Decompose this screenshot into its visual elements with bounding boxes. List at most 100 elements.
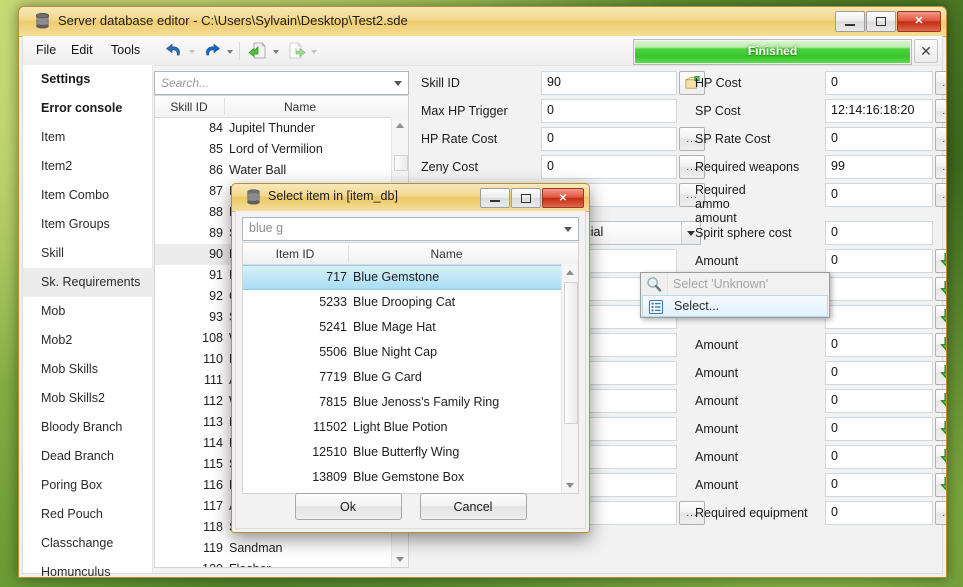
text-input[interactable]: 12:14:16:18:20 bbox=[825, 99, 933, 123]
redo-icon[interactable] bbox=[201, 40, 223, 61]
menu-file[interactable]: File bbox=[36, 43, 56, 57]
browse-button[interactable]: ... bbox=[935, 99, 946, 123]
export-dropdown-icon[interactable] bbox=[311, 48, 318, 54]
dialog-table-row[interactable]: 11502 Light Blue Potion bbox=[243, 415, 578, 440]
sidebar-item-homunculus[interactable]: Homunculus bbox=[23, 558, 152, 577]
sidebar-item-item[interactable]: Item bbox=[23, 123, 152, 152]
text-input[interactable]: 0 bbox=[825, 389, 933, 413]
dialog-table-row[interactable]: 5241 Blue Mage Hat bbox=[243, 315, 578, 340]
progress-close-button[interactable]: ✕ bbox=[914, 39, 938, 63]
text-input[interactable]: 0 bbox=[825, 127, 933, 151]
down-arrow-icon-button[interactable] bbox=[935, 445, 946, 469]
scroll-down-icon[interactable] bbox=[562, 477, 578, 493]
down-arrow-icon-button[interactable] bbox=[935, 249, 946, 273]
scroll-thumb[interactable] bbox=[394, 155, 408, 171]
dialog-grid-scrollbar[interactable] bbox=[561, 264, 578, 493]
browse-button[interactable]: ... bbox=[935, 155, 946, 179]
text-input[interactable]: 0 bbox=[825, 71, 933, 95]
maximize-button[interactable] bbox=[866, 11, 896, 32]
column-header-skill-id[interactable]: Skill ID bbox=[155, 100, 223, 114]
dialog-search-input[interactable]: blue g bbox=[242, 217, 579, 241]
scroll-up-icon[interactable] bbox=[562, 264, 578, 280]
down-arrow-icon-button[interactable] bbox=[935, 473, 946, 497]
undo-dropdown-icon[interactable] bbox=[189, 48, 196, 54]
sidebar-item-mob-skills[interactable]: Mob Skills bbox=[23, 355, 152, 384]
table-row[interactable]: 119 Sandman bbox=[155, 538, 408, 559]
close-button[interactable]: ✕ bbox=[897, 11, 941, 32]
text-input[interactable]: 0 bbox=[541, 99, 677, 123]
context-menu-item-select-unknown[interactable]: Select 'Unknown' bbox=[641, 273, 829, 295]
browse-button[interactable]: ... bbox=[935, 183, 946, 207]
context-menu-item-select[interactable]: Select... bbox=[642, 295, 828, 317]
sidebar-item-mob-skills2[interactable]: Mob Skills2 bbox=[23, 384, 152, 413]
import-icon[interactable] bbox=[247, 40, 269, 61]
dialog-close-button[interactable]: ✕ bbox=[542, 188, 584, 208]
text-input[interactable]: 0 bbox=[825, 221, 933, 245]
sidebar-item-dead-branch[interactable]: Dead Branch bbox=[23, 442, 152, 471]
dialog-title-bar[interactable]: Select item in [item_db] ✕ bbox=[232, 184, 589, 212]
dialog-table-row[interactable]: 7815 Blue Jenoss's Family Ring bbox=[243, 390, 578, 415]
text-input[interactable]: 0 bbox=[825, 249, 933, 273]
down-arrow-icon-button[interactable] bbox=[935, 389, 946, 413]
down-arrow-icon-button[interactable] bbox=[935, 305, 946, 329]
sidebar-item-error-console[interactable]: Error console bbox=[23, 94, 152, 123]
text-input[interactable]: 0 bbox=[825, 333, 933, 357]
sidebar-item-bloody-branch[interactable]: Bloody Branch bbox=[23, 413, 152, 442]
down-arrow-icon-button[interactable] bbox=[935, 333, 946, 357]
table-row[interactable]: 86 Water Ball bbox=[155, 160, 408, 181]
sidebar-item-item-groups[interactable]: Item Groups bbox=[23, 210, 152, 239]
sidebar-item-mob[interactable]: Mob bbox=[23, 297, 152, 326]
text-input[interactable]: 0 bbox=[541, 155, 677, 179]
sidebar-item-poring-box[interactable]: Poring Box bbox=[23, 471, 152, 500]
chevron-down-icon[interactable] bbox=[394, 81, 402, 86]
redo-dropdown-icon[interactable] bbox=[227, 48, 234, 54]
scroll-thumb[interactable] bbox=[564, 282, 578, 424]
dialog-table-row[interactable]: 717 Blue Gemstone bbox=[243, 265, 578, 290]
import-dropdown-icon[interactable] bbox=[273, 48, 280, 54]
text-input[interactable]: 0 bbox=[825, 501, 933, 525]
menu-edit[interactable]: Edit bbox=[71, 43, 93, 57]
text-input[interactable]: 99 bbox=[825, 155, 933, 179]
scroll-down-icon[interactable] bbox=[392, 551, 408, 567]
dialog-table-row[interactable]: 12510 Blue Butterfly Wing bbox=[243, 440, 578, 465]
text-input[interactable]: 0 bbox=[541, 127, 677, 151]
minimize-button[interactable] bbox=[835, 11, 865, 32]
title-bar[interactable]: Server database editor - C:\Users\Sylvai… bbox=[19, 7, 946, 37]
sidebar-item-item-combo[interactable]: Item Combo bbox=[23, 181, 152, 210]
export-icon[interactable] bbox=[285, 40, 307, 61]
search-input[interactable]: Search... bbox=[154, 71, 409, 95]
dialog-minimize-button[interactable] bbox=[480, 188, 510, 208]
down-arrow-icon-button[interactable] bbox=[935, 361, 946, 385]
dialog-table-row[interactable]: 5233 Blue Drooping Cat bbox=[243, 290, 578, 315]
text-input[interactable]: 0 bbox=[825, 361, 933, 385]
down-arrow-icon-button[interactable] bbox=[935, 417, 946, 441]
browse-button[interactable]: ... bbox=[935, 501, 946, 525]
table-row[interactable]: 84 Jupitel Thunder bbox=[155, 118, 408, 139]
sidebar-item-classchange[interactable]: Classchange bbox=[23, 529, 152, 558]
text-input[interactable]: 0 bbox=[825, 473, 933, 497]
sidebar-item-item2[interactable]: Item2 bbox=[23, 152, 152, 181]
text-input[interactable]: 0 bbox=[825, 183, 933, 207]
down-arrow-icon-button[interactable] bbox=[935, 277, 946, 301]
text-input[interactable] bbox=[825, 277, 933, 301]
scroll-up-icon[interactable] bbox=[392, 117, 408, 133]
column-header-name[interactable]: Name bbox=[225, 100, 375, 114]
chevron-down-icon[interactable] bbox=[564, 227, 572, 232]
sidebar-item-skill[interactable]: Skill bbox=[23, 239, 152, 268]
column-header-item-id[interactable]: Item ID bbox=[243, 247, 347, 261]
menu-tools[interactable]: Tools bbox=[111, 43, 140, 57]
sidebar-item-mob2[interactable]: Mob2 bbox=[23, 326, 152, 355]
sidebar-item-settings[interactable]: Settings bbox=[23, 65, 152, 94]
dialog-table-row[interactable]: 13809 Blue Gemstone Box bbox=[243, 465, 578, 490]
ok-button[interactable]: Ok bbox=[294, 493, 402, 520]
dialog-table-row[interactable]: 5506 Blue Night Cap bbox=[243, 340, 578, 365]
undo-icon[interactable] bbox=[163, 40, 185, 61]
browse-button[interactable]: ... bbox=[935, 127, 946, 151]
text-input[interactable]: 90 bbox=[541, 71, 677, 95]
table-row[interactable]: 85 Lord of Vermilion bbox=[155, 139, 408, 160]
text-input[interactable] bbox=[825, 305, 933, 329]
dialog-table-row[interactable]: 7719 Blue G Card bbox=[243, 365, 578, 390]
sidebar-item-red-pouch[interactable]: Red Pouch bbox=[23, 500, 152, 529]
column-header-name[interactable]: Name bbox=[349, 247, 544, 261]
sidebar-item-sk-requirements[interactable]: Sk. Requirements bbox=[23, 268, 166, 297]
